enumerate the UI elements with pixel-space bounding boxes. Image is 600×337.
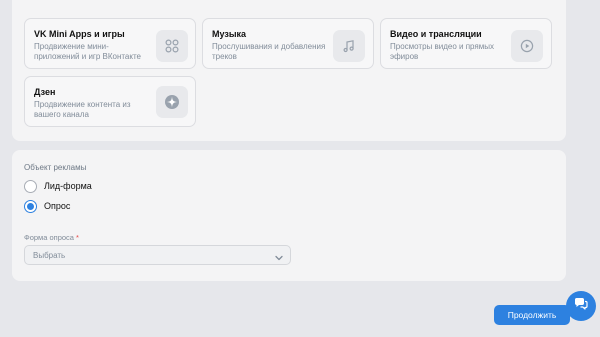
grid-icon [156, 30, 188, 62]
radio-lead-form-label[interactable]: Лид-форма [44, 181, 92, 191]
radio-lead-form[interactable] [24, 180, 37, 193]
survey-form-select-value: Выбрать [33, 251, 66, 260]
zen-icon [156, 86, 188, 118]
card-title: Музыка [212, 29, 247, 39]
required-mark: * [76, 233, 79, 242]
survey-form-label-text: Форма опроса [24, 233, 74, 242]
card-description: Просмотры видео и прямых эфиров [390, 42, 494, 61]
card-title: VK Mini Apps и игры [34, 29, 125, 39]
music-note-icon [333, 30, 365, 62]
card-video[interactable]: Видео и трансляции Просмотры видео и пря… [380, 18, 552, 69]
chevron-down-icon [274, 250, 284, 268]
play-icon [511, 30, 543, 62]
radio-survey-label[interactable]: Опрос [44, 201, 70, 211]
card-title: Дзен [34, 87, 56, 97]
survey-form-select[interactable]: Выбрать [24, 245, 291, 265]
card-music[interactable]: Музыка Прослушивания и добавления треков [202, 18, 374, 69]
chat-support-button[interactable] [566, 291, 596, 321]
card-description: Прослушивания и добавления треков [212, 42, 326, 61]
card-zen[interactable]: Дзен Продвижение контента из вашего кана… [24, 76, 196, 127]
survey-form-label: Форма опроса * [24, 233, 79, 242]
card-vk-mini-apps[interactable]: VK Mini Apps и игры Продвижение мини-при… [24, 18, 196, 69]
chat-bubbles-icon [573, 296, 589, 317]
ad-object-label: Объект рекламы [24, 163, 87, 172]
card-description: Продвижение мини-приложений и игр ВКонта… [34, 42, 141, 61]
radio-survey[interactable] [24, 200, 37, 213]
continue-button[interactable]: Продолжить [494, 305, 570, 325]
card-description: Продвижение контента из вашего канала [34, 100, 131, 119]
card-title: Видео и трансляции [390, 29, 482, 39]
